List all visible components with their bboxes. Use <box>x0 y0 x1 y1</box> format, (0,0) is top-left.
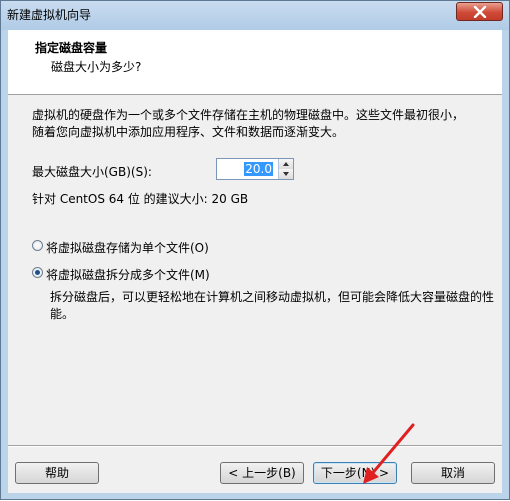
window-title: 新建虚拟机向导 <box>7 8 92 22</box>
radio-circle[interactable] <box>32 240 43 251</box>
close-icon <box>473 6 487 18</box>
description-text: 虚拟机的硬盘作为一个或多个文件存储在主机的物理磁盘中。这些文件最初很小，随着您向… <box>32 108 465 139</box>
cancel-button[interactable]: 取消 <box>411 462 495 484</box>
title-bar[interactable]: 新建虚拟机向导 <box>1 1 509 30</box>
page-subtitle: 磁盘大小为多少? <box>51 60 142 74</box>
help-button[interactable]: 帮助 <box>15 462 99 484</box>
disk-size-label: 最大磁盘大小(GB)(S): <box>32 165 152 179</box>
footer-divider <box>8 445 502 447</box>
stepper-buttons <box>278 159 293 179</box>
stepper-down-button[interactable] <box>279 169 293 179</box>
split-note-text: 拆分磁盘后，可以更轻松地在计算机之间移动虚拟机，但可能会降低大容量磁盘的性能。 <box>50 290 495 321</box>
disk-size-input[interactable]: 20.0 <box>244 162 273 176</box>
radio-single-file-label[interactable]: 将虚拟磁盘存储为单个文件(O) <box>46 239 209 256</box>
wizard-header: 指定磁盘容量 磁盘大小为多少? <box>8 30 502 95</box>
wizard-body: 指定磁盘容量 磁盘大小为多少? 虚拟机的硬盘作为一个或多个文件存储在主机的物理磁… <box>8 30 502 493</box>
chevron-up-icon <box>283 162 289 166</box>
recommended-size-text: 针对 CentOS 64 位 的建议大小: 20 GB <box>32 192 249 206</box>
close-button[interactable] <box>456 2 503 21</box>
wizard-window: 新建虚拟机向导 指定磁盘容量 磁盘大小为多少? 虚拟机的硬盘作为一个或多个文件存… <box>0 0 510 500</box>
radio-split-files-label[interactable]: 将虚拟磁盘拆分成多个文件(M) <box>46 266 210 283</box>
disk-size-stepper[interactable]: 20.0 <box>216 158 294 180</box>
radio-circle-selected[interactable] <box>32 267 43 278</box>
page-title: 指定磁盘容量 <box>35 41 108 55</box>
chevron-down-icon <box>283 172 289 176</box>
radio-selected-dot <box>35 270 40 275</box>
next-button[interactable]: 下一步(N) > <box>313 462 397 484</box>
back-button[interactable]: < 上一步(B) <box>220 462 304 484</box>
